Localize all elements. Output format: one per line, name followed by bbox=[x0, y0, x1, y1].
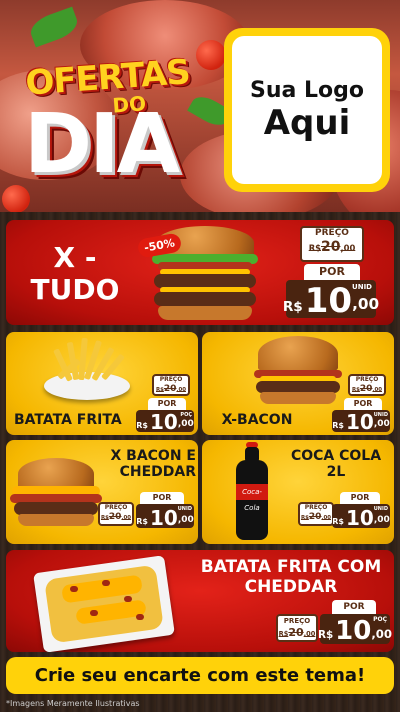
old-price: R$20,00 bbox=[101, 512, 131, 522]
disclaimer-text: *Imagens Meramente Ilustrativas bbox=[6, 699, 140, 708]
preco-label: PREÇO bbox=[304, 504, 328, 511]
product-name-line2: TUDO bbox=[30, 273, 120, 307]
por-label: POR bbox=[140, 492, 184, 504]
logo-text-line2: Aqui bbox=[263, 102, 351, 143]
por-label: POR bbox=[332, 600, 376, 614]
product-card-coca-cola[interactable]: Coca-Cola COCA COLA 2L POR PREÇO R$20,00… bbox=[202, 440, 394, 544]
old-price: R$20,00 bbox=[308, 239, 356, 255]
unit-label: UNID bbox=[373, 506, 388, 512]
product-card-x-bacon[interactable]: X-BACON PREÇO R$20,00 POR R$ 10,00 UNID bbox=[202, 332, 394, 435]
product-name-line2: CHEDDAR bbox=[244, 576, 338, 597]
product-card-x-tudo[interactable]: X - TUDO -50% PREÇO R$20,00 POR R$ 10,00 … bbox=[6, 220, 394, 325]
old-price-box: PREÇO R$20,00 bbox=[348, 374, 386, 396]
old-price: R$20,00 bbox=[278, 626, 316, 639]
title-dia: DIA bbox=[24, 97, 180, 192]
product-name: COCA COLA 2L bbox=[286, 448, 386, 480]
old-price-box: PREÇO R$20,00 bbox=[98, 502, 134, 526]
bottle-label: Coca-Cola bbox=[236, 484, 268, 512]
new-price: R$ 10,00 POÇ bbox=[136, 410, 194, 434]
product-name: BATATA FRITA bbox=[14, 412, 122, 428]
por-label: POR bbox=[344, 398, 382, 410]
preco-label: PREÇO bbox=[315, 228, 349, 238]
old-price: R$20,00 bbox=[301, 512, 331, 522]
logo-text-line1: Sua Logo bbox=[249, 77, 364, 103]
logo-placeholder[interactable]: Sua Logo Aqui bbox=[224, 28, 390, 192]
new-price: R$ 10,00 UNID bbox=[136, 504, 194, 530]
product-name: X - TUDO bbox=[20, 241, 130, 307]
tomato-icon bbox=[196, 40, 226, 70]
x-bacon-cheddar-burger-image bbox=[10, 458, 102, 528]
old-price-box: PREÇO R$20,00 bbox=[298, 502, 334, 526]
unit-label: UNID bbox=[373, 412, 388, 418]
product-name-line1: X BACON E bbox=[110, 448, 196, 464]
product-name: BATATA FRITA COM CHEDDAR bbox=[196, 557, 386, 597]
unit-label: POÇ bbox=[373, 616, 387, 623]
preco-label: PREÇO bbox=[355, 376, 379, 383]
product-name-line1: COCA COLA bbox=[290, 448, 382, 464]
product-name-line2: 2L bbox=[326, 464, 346, 481]
product-name-line1: BATATA FRITA COM bbox=[200, 557, 382, 577]
header-banner: OFERTAS DO DIA Sua Logo Aqui bbox=[0, 0, 400, 212]
new-price: R$ 10,00 POÇ bbox=[317, 614, 393, 646]
old-price-box: PREÇO R$20,00 bbox=[152, 374, 190, 396]
herb-leaf-icon bbox=[27, 6, 81, 48]
preco-label: PREÇO bbox=[283, 617, 311, 625]
preco-label: PREÇO bbox=[159, 376, 183, 383]
new-price: R$ 10,00 UNID bbox=[282, 280, 380, 321]
title-ofertas: OFERTAS bbox=[24, 52, 191, 104]
por-label: POR bbox=[340, 492, 380, 504]
product-name: X BACON E CHEDDAR bbox=[102, 448, 196, 480]
old-price: R$20,00 bbox=[352, 384, 382, 394]
product-card-x-bacon-cheddar[interactable]: X BACON E CHEDDAR POR PREÇO R$20,00 R$ 10… bbox=[6, 440, 198, 544]
preco-label: PREÇO bbox=[104, 504, 128, 511]
cta-banner[interactable]: Crie seu encarte com este tema! bbox=[6, 657, 394, 694]
product-name: X-BACON bbox=[221, 412, 293, 428]
por-label: POR bbox=[304, 264, 360, 280]
por-label: POR bbox=[148, 398, 186, 410]
unit-label: UNID bbox=[177, 506, 192, 512]
new-price: R$ 10,00 UNID bbox=[332, 410, 390, 434]
new-price: R$ 10,00 UNID bbox=[332, 504, 390, 530]
logo-inner: Sua Logo Aqui bbox=[232, 36, 382, 184]
product-name-line2: CHEDDAR bbox=[119, 464, 196, 481]
product-card-batata-cheddar[interactable]: BATATA FRITA COM CHEDDAR POR PREÇO R$20,… bbox=[6, 550, 394, 652]
unit-label: UNID bbox=[352, 283, 372, 291]
product-name-line1: X - bbox=[53, 241, 97, 274]
coca-cola-bottle-image: Coca-Cola bbox=[232, 442, 272, 542]
x-bacon-burger-image bbox=[254, 336, 342, 406]
old-price-box: PREÇO R$20,00 bbox=[276, 614, 318, 642]
product-card-batata-frita[interactable]: BATATA FRITA PREÇO R$20,00 POR R$ 10,00 P… bbox=[6, 332, 198, 435]
old-price-box: PREÇO R$20,00 bbox=[300, 226, 364, 262]
unit-label: POÇ bbox=[180, 412, 192, 418]
old-price: R$20,00 bbox=[156, 384, 186, 394]
